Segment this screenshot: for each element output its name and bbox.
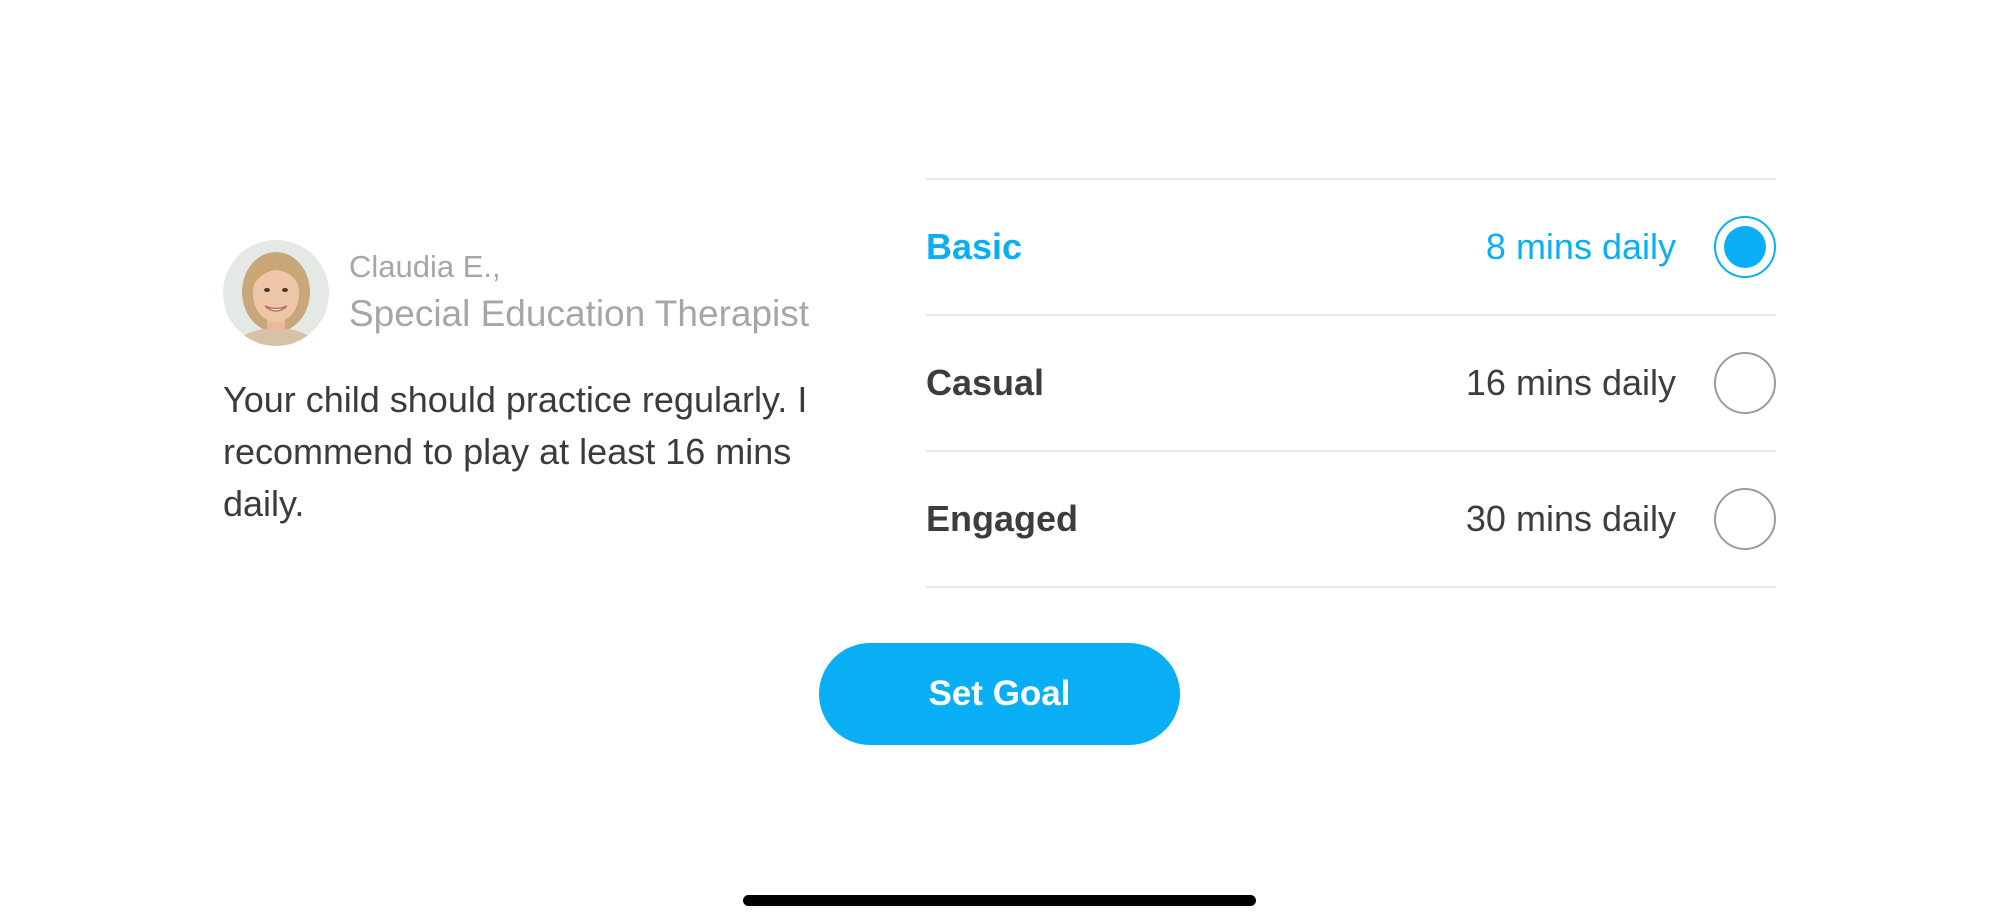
therapist-header: Claudia E., Special Education Therapist bbox=[223, 240, 843, 346]
goal-option-name: Engaged bbox=[926, 498, 1079, 539]
therapist-card: Claudia E., Special Education Therapist … bbox=[223, 240, 843, 530]
goal-option-duration: 16 mins daily bbox=[1465, 362, 1676, 403]
goal-option-name: Casual bbox=[926, 362, 1045, 403]
goal-options-list: Basic 8 mins daily Casual 16 mins daily … bbox=[926, 178, 1776, 588]
goal-option-casual[interactable]: Casual 16 mins daily bbox=[926, 316, 1776, 452]
radio-button[interactable] bbox=[1714, 352, 1776, 414]
therapist-recommendation: Your child should practice regularly. I … bbox=[223, 379, 808, 524]
therapist-role: Special Education Therapist bbox=[349, 293, 810, 334]
radio-selected-dot bbox=[1724, 226, 1766, 268]
radio-button[interactable] bbox=[1714, 488, 1776, 550]
therapist-name: Claudia E., bbox=[349, 249, 501, 284]
goal-option-name: Basic bbox=[926, 226, 1023, 267]
radio-button[interactable] bbox=[1714, 216, 1776, 278]
goal-option-basic[interactable]: Basic 8 mins daily bbox=[926, 180, 1776, 316]
avatar bbox=[223, 240, 329, 346]
goal-option-duration: 8 mins daily bbox=[1485, 226, 1676, 267]
therapist-portrait-icon bbox=[223, 240, 329, 346]
goal-option-duration: 30 mins daily bbox=[1465, 498, 1676, 539]
goal-setting-screen: Claudia E., Special Education Therapist … bbox=[0, 0, 1999, 924]
set-goal-button[interactable]: Set Goal bbox=[819, 643, 1180, 745]
home-indicator[interactable] bbox=[743, 895, 1256, 906]
therapist-info: Claudia E., Special Education Therapist bbox=[349, 247, 809, 339]
goal-option-engaged[interactable]: Engaged 30 mins daily bbox=[926, 452, 1776, 588]
